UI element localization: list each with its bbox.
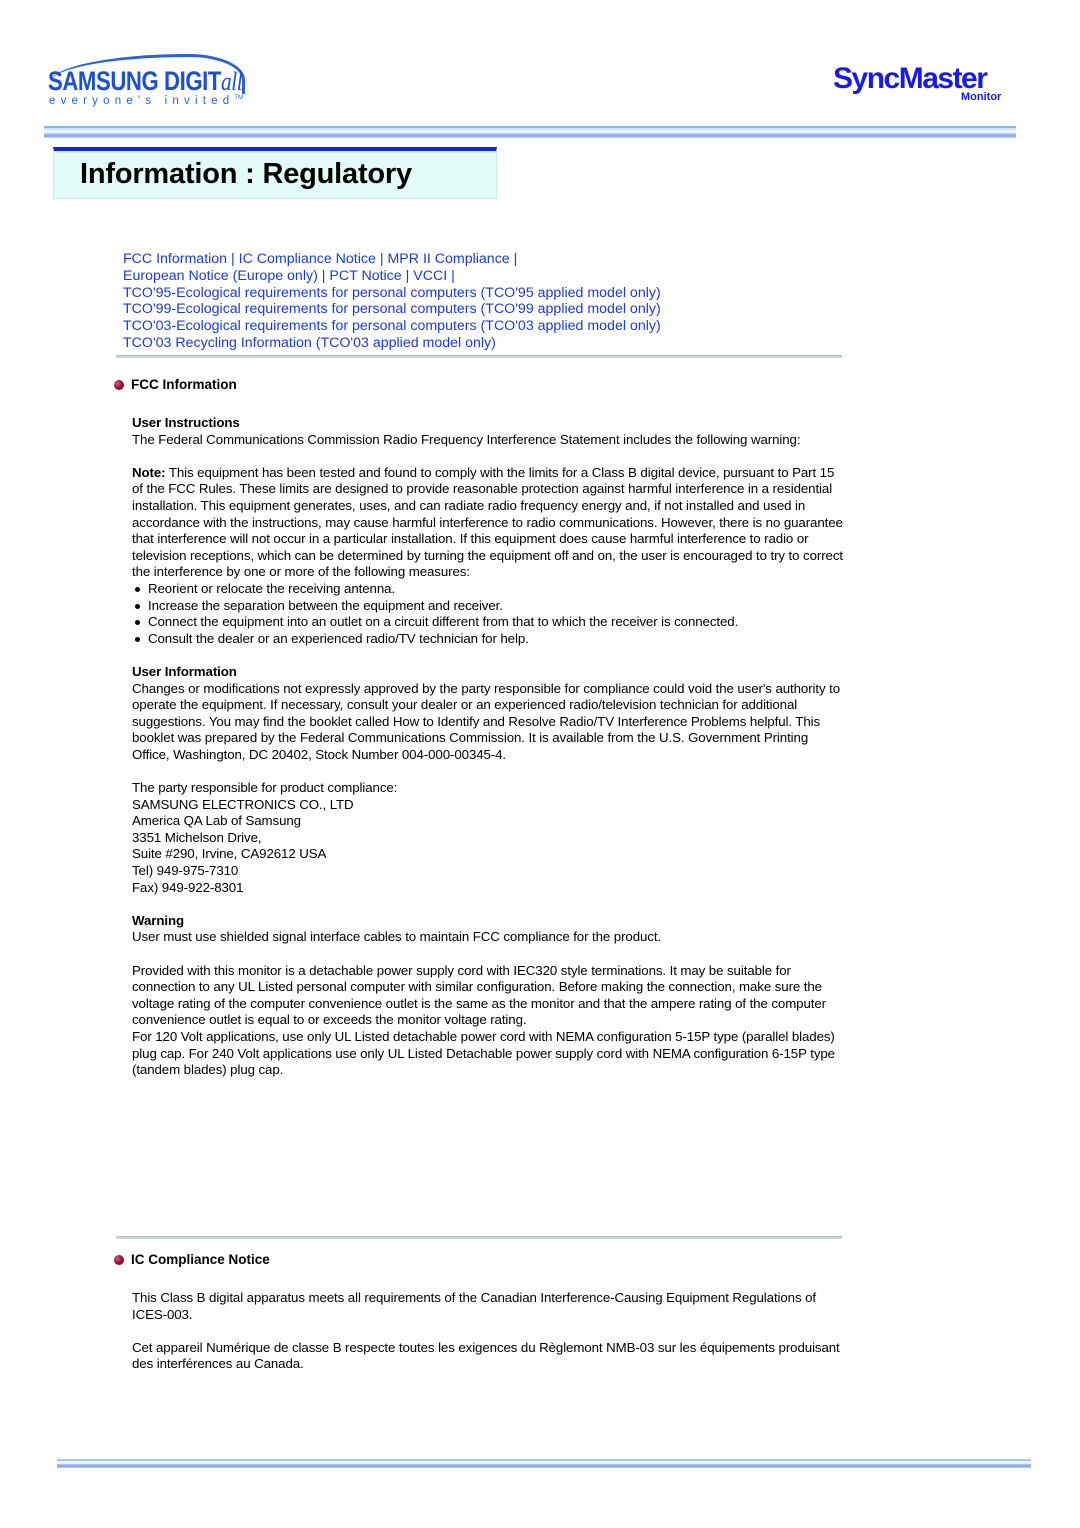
nav-link-mpr-ii[interactable]: MPR II Compliance — [387, 251, 509, 267]
nav-link-tco95[interactable]: TCO'95-Ecological requirements for perso… — [123, 285, 661, 301]
nav-separator: | — [451, 267, 455, 284]
warning-text: User must use shielded signal interface … — [132, 929, 662, 945]
bullet-ball-icon — [114, 1254, 124, 1265]
ic-heading-text: IC Compliance Notice — [131, 1252, 270, 1267]
nav-separator: | — [231, 251, 235, 267]
logo-brand-main: SAMSUNG DIGIT — [48, 66, 222, 96]
user-information-heading: User Information — [132, 663, 237, 679]
logo-brand-suffix: all — [221, 67, 243, 96]
header-divider — [44, 126, 1016, 138]
nav-link-pct-notice[interactable]: PCT Notice — [329, 268, 401, 284]
voltage-text: For 120 Volt applications, use only UL L… — [132, 1028, 835, 1078]
fcc-content: User Instructions The Federal Communicat… — [132, 415, 844, 1079]
nav-separator: | — [379, 251, 384, 267]
nav-link-tco03[interactable]: TCO'03-Ecological requirements for perso… — [123, 318, 661, 334]
responsible-party-intro: The party responsible for product compli… — [132, 780, 398, 796]
user-instructions-heading: User Instructions — [132, 415, 240, 430]
warning-heading: Warning — [132, 912, 184, 928]
nav-separator: | — [513, 251, 518, 267]
footer-divider — [57, 1459, 1031, 1468]
fcc-note: Note: This equipment has been tested and… — [132, 465, 844, 581]
measure-item: Increase the separation between the equi… — [132, 598, 844, 615]
fcc-section-heading: FCC Information — [114, 377, 237, 392]
fcc-heading-text: FCC Information — [131, 377, 237, 392]
user-instructions-intro: The Federal Communications Commission Ra… — [132, 431, 801, 447]
measure-item: Reorient or relocate the receiving anten… — [132, 581, 844, 598]
logo-brand-text: SAMSUNG DIGITall — [48, 66, 243, 97]
syncmaster-logo: SyncMaster Monitor — [833, 62, 1013, 112]
ic-french-text: Cet appareil Numérique de classe B respe… — [132, 1339, 840, 1372]
responsible-party-line: 3351 Michelson Drive, — [132, 829, 262, 845]
nav-link-fcc-information[interactable]: FCC Information — [123, 251, 227, 267]
responsible-party-line: Suite #290, Irvine, CA92612 USA — [132, 846, 327, 862]
bullet-ball-icon — [114, 379, 124, 390]
ic-section-heading: IC Compliance Notice — [114, 1252, 270, 1267]
nav-link-european-notice[interactable]: European Notice (Europe only) — [123, 268, 318, 284]
nav-link-ic-compliance[interactable]: IC Compliance Notice — [239, 251, 376, 267]
page-title-box: Information : Regulatory — [53, 147, 497, 199]
responsible-party-line: America QA Lab of Samsung — [132, 813, 301, 829]
responsible-party-fax: Fax) 949-922-8301 — [132, 879, 244, 895]
nav-link-tco99[interactable]: TCO'99-Ecological requirements for perso… — [123, 301, 661, 317]
logo-tagline: everyone's invitedTM — [49, 95, 243, 107]
user-information-text: Changes or modifications not expressly a… — [132, 680, 841, 762]
responsible-party-line: SAMSUNG ELECTRONICS CO., LTD — [132, 796, 354, 812]
samsung-digitall-logo: SAMSUNG DIGITall everyone's invitedTM — [40, 52, 250, 112]
nav-line-2: European Notice (Europe only) | PCT Noti… — [123, 268, 843, 285]
nav-separator: | — [405, 267, 410, 284]
section-nav: FCC Information | IC Compliance Notice |… — [123, 251, 843, 352]
page-title: Information : Regulatory — [80, 158, 412, 190]
syncmaster-sub: Monitor — [961, 91, 1002, 103]
note-text: This equipment has been tested and found… — [132, 464, 843, 580]
nav-separator: | — [321, 267, 326, 284]
ic-english-text: This Class B digital apparatus meets all… — [132, 1290, 817, 1322]
power-cord-text: Provided with this monitor is a detachab… — [132, 962, 826, 1028]
measures-list: Reorient or relocate the receiving anten… — [132, 581, 844, 647]
nav-link-tco03-recycling[interactable]: TCO'03 Recycling Information (TCO'03 app… — [123, 335, 496, 351]
responsible-party-tel: Tel) 949-975-7310 — [132, 863, 239, 879]
measure-item: Connect the equipment into an outlet on … — [132, 614, 844, 631]
nav-divider — [116, 355, 842, 358]
note-label: Note: — [132, 464, 166, 480]
measure-item: Consult the dealer or an experienced rad… — [132, 631, 844, 648]
nav-link-vcci[interactable]: VCCI — [413, 268, 447, 284]
logo-tm: TM — [234, 95, 243, 102]
nav-line-1: FCC Information | IC Compliance Notice |… — [123, 251, 843, 268]
ic-content: This Class B digital apparatus meets all… — [132, 1290, 844, 1373]
logo-tagline-text: everyone's invited — [49, 95, 235, 107]
section-divider — [116, 1236, 842, 1239]
